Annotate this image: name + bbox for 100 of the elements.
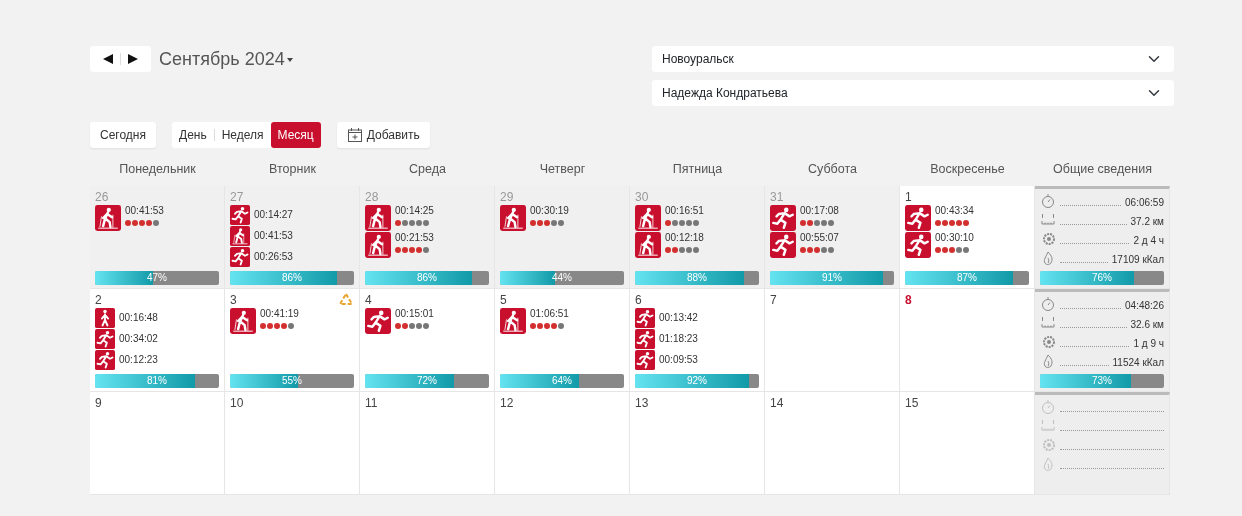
- activity-time: 00:30:10: [935, 232, 974, 244]
- ruler-icon: [1040, 212, 1056, 228]
- skier-icon: [500, 308, 526, 334]
- day-number: 27: [230, 190, 244, 204]
- percent-label: 88%: [687, 271, 707, 285]
- stat-value: 1 д 9 ч: [1133, 338, 1164, 350]
- day-cell[interactable]: 10: [225, 392, 360, 495]
- day-number: 15: [905, 396, 919, 410]
- percent-label: 64%: [552, 374, 572, 388]
- stat-value: 37.2 км: [1130, 216, 1164, 228]
- day-cell[interactable]: 6 00:13:42 01:18:23 00:09:53 92%: [630, 289, 765, 392]
- percent-label: 86%: [417, 271, 437, 285]
- runner-icon: [905, 205, 931, 231]
- day-cell[interactable]: 11: [360, 392, 495, 495]
- view-tab[interactable]: Неделя: [214, 122, 271, 148]
- skier-icon: [230, 308, 256, 334]
- day-cell[interactable]: 8: [900, 289, 1035, 392]
- skier-icon: [635, 205, 661, 231]
- day-number: 12: [500, 396, 514, 410]
- day-cell[interactable]: 1 00:43:34 00:30:10 87%: [900, 186, 1035, 289]
- day-cell[interactable]: 14: [765, 392, 900, 495]
- skier-icon: [230, 226, 250, 246]
- runner-icon: [635, 308, 655, 328]
- percent-label: 72%: [417, 374, 437, 388]
- month-title[interactable]: Сентябрь 2024: [159, 46, 285, 73]
- activity-time: 00:13:42: [659, 312, 698, 324]
- runner-icon: [95, 350, 115, 370]
- today-button[interactable]: Сегодня: [90, 122, 156, 148]
- runner-icon: [635, 329, 655, 349]
- percent-label: 76%: [1092, 271, 1112, 285]
- activity-time: 00:16:48: [119, 312, 158, 324]
- day-cell[interactable]: 31 00:17:08 00:55:07 91%: [765, 186, 900, 289]
- activity-time: 00:43:34: [935, 205, 974, 217]
- day-cell[interactable]: 28 00:14:25 00:21:53 86%: [360, 186, 495, 289]
- day-cell[interactable]: 12: [495, 392, 630, 495]
- percent-label: 92%: [687, 374, 707, 388]
- stat-value: 06:06:59: [1125, 197, 1164, 209]
- day-number: 31: [770, 190, 784, 204]
- day-number: 10: [230, 396, 244, 410]
- activity-time: 00:12:18: [665, 232, 704, 244]
- day-cell[interactable]: 2 00:16:48 00:34:02 00:12:23 81%: [90, 289, 225, 392]
- runner-icon: [95, 329, 115, 349]
- day-cell[interactable]: 15: [900, 392, 1035, 495]
- day-number: 13: [635, 396, 649, 410]
- weekday-header: Общие сведения: [1052, 161, 1153, 178]
- view-tab[interactable]: День: [172, 122, 214, 148]
- day-number: 9: [95, 396, 102, 410]
- activity-time: 00:34:02: [119, 333, 158, 345]
- day-number: 14: [770, 396, 784, 410]
- skier-icon: [365, 205, 391, 231]
- activity-time: 00:14:27: [254, 209, 293, 221]
- stat-value: 04:48:26: [1125, 300, 1164, 312]
- activity-time: 00:17:08: [800, 205, 839, 217]
- day-number: 29: [500, 190, 514, 204]
- calendar-add-icon: [346, 127, 363, 143]
- percent-label: 55%: [282, 374, 302, 388]
- runner-icon: [770, 232, 796, 258]
- day-cell[interactable]: 5 01:06:51 64%: [495, 289, 630, 392]
- day-number: 7: [770, 293, 777, 307]
- activity-time: 00:21:53: [395, 232, 434, 244]
- runner-icon: [635, 350, 655, 370]
- day-number: 4: [365, 293, 372, 307]
- filter-select[interactable]: Новоуральск: [652, 46, 1174, 72]
- percent-label: 73%: [1092, 374, 1112, 388]
- stopwatch-icon: [1040, 296, 1056, 312]
- day-cell[interactable]: 30 00:16:51 00:12:18 88%: [630, 186, 765, 289]
- percent-label: 86%: [282, 271, 302, 285]
- day-number: 28: [365, 190, 379, 204]
- day-cell[interactable]: 4 00:15:01 72%: [360, 289, 495, 392]
- gear-icon: [1040, 437, 1056, 453]
- activity-time: 00:14:25: [395, 205, 434, 217]
- activity-time: 00:41:53: [254, 230, 293, 242]
- weekday-header: Среда: [408, 161, 447, 178]
- day-cell[interactable]: 13: [630, 392, 765, 495]
- activity-time: 00:55:07: [800, 232, 839, 244]
- add-button[interactable]: Добавить: [336, 122, 430, 148]
- skier-icon: [95, 205, 121, 231]
- ruler-icon: [1040, 315, 1056, 331]
- stat-value: 11524 кКал: [1112, 357, 1164, 369]
- ruler-icon: [1040, 418, 1056, 434]
- stat-value: 2 д 4 ч: [1133, 235, 1164, 247]
- filter-select[interactable]: Надежда Кондратьева: [652, 80, 1174, 106]
- gear-icon: [1040, 334, 1056, 350]
- day-cell[interactable]: 27 00:14:27 00:41:53 00:26:53 86%: [225, 186, 360, 289]
- weekday-header: Суббота: [807, 161, 858, 178]
- view-tab[interactable]: Месяц: [270, 122, 321, 148]
- activity-time: 00:12:23: [119, 354, 158, 366]
- day-cell[interactable]: 7: [765, 289, 900, 392]
- day-number: 26: [95, 190, 109, 204]
- caret-icon[interactable]: [286, 57, 293, 62]
- stopwatch-icon: [1040, 399, 1056, 415]
- day-number: 3: [230, 293, 237, 307]
- stat-value: 17109 кКал: [1111, 254, 1164, 266]
- activity-time: 01:06:51: [530, 308, 569, 320]
- day-cell[interactable]: 9: [90, 392, 225, 495]
- day-cell[interactable]: 3 00:41:19 55%: [225, 289, 360, 392]
- weekday-header: Понедельник: [118, 161, 197, 178]
- stopwatch-icon: [1040, 193, 1056, 209]
- stat-value: 32.6 км: [1130, 319, 1164, 331]
- skier-icon: [365, 232, 391, 258]
